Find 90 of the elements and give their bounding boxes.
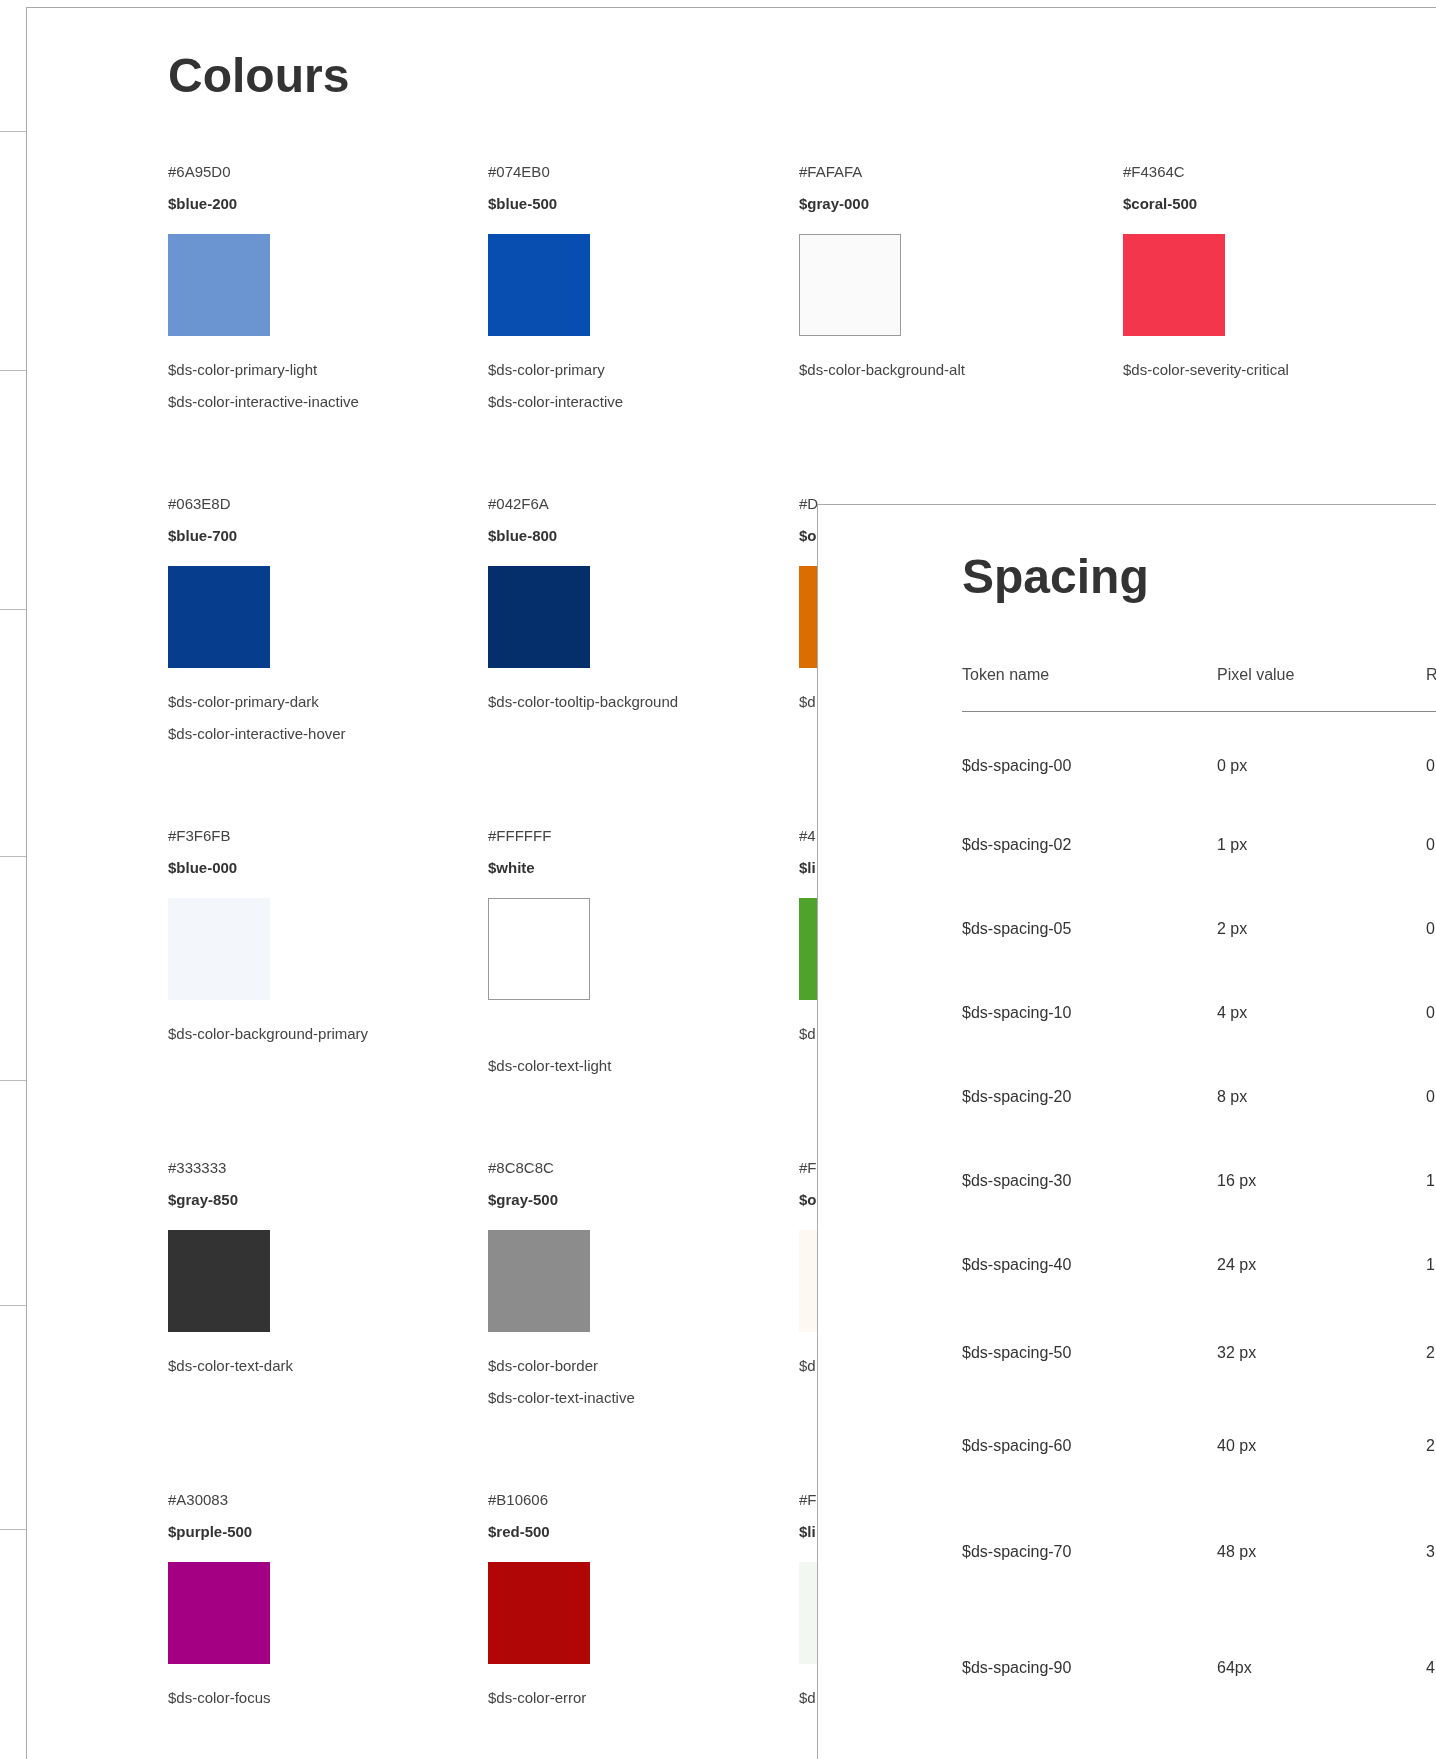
colour-name: $li [799,858,817,878]
table-cell-text: $ds-spacing-02 [962,835,1073,855]
token-name: $ds-color-error [488,1688,588,1708]
token-name: $ds-color-tooltip-background [488,692,680,712]
table-cell-text: $ds-spacing-70 [962,1542,1073,1562]
colour-name: $o [799,1190,818,1210]
colour-name: $blue-800 [488,526,559,546]
table-cell-text: 8 px [1217,1087,1249,1107]
hex-code: #B10606 [488,1490,550,1510]
token-name: $d [799,1688,817,1708]
table-cell: 0 [1426,1003,1436,1023]
hex-code: #F3F6FB [168,826,232,846]
table-cell-text: 24 px [1217,1255,1258,1275]
column-header: R [1426,665,1436,685]
page-title: Colours [168,48,351,104]
table-cell-text: $ds-spacing-30 [962,1171,1073,1191]
hex-code: #8C8C8C [488,1158,555,1178]
colour-name: $blue-700 [168,526,239,546]
hex-code: #F [799,1158,818,1178]
table-cell-text: 40 px [1217,1436,1258,1456]
table-cell: 2 [1426,1436,1436,1456]
table-cell: 0 [1426,919,1436,939]
table-cell: 0 [1426,756,1436,776]
table-cell-text: $ds-spacing-05 [962,919,1073,939]
table-cell: 2 [1426,1343,1436,1363]
table-cell-text: $ds-spacing-00 [962,756,1073,776]
colour-name: $gray-850 [168,1190,240,1210]
hex-code: #063E8D [168,494,232,514]
token-name: $ds-color-primary [488,360,606,380]
table-cell-text: 0 px [1217,756,1249,776]
table-cell: 0 [1426,1087,1436,1107]
table-cell-text: 32 px [1217,1343,1258,1363]
table-cell-text: $ds-spacing-90 [962,1658,1073,1678]
table-cell-text: 4 px [1217,1003,1249,1023]
table-cell-text: 64px [1217,1658,1253,1678]
hex-code: #FAFAFA [799,162,864,182]
hex-code: #F [799,1490,818,1510]
token-name: $ds-color-severity-critical [1123,360,1290,380]
token-name: $d [799,1356,817,1376]
colour-name: $blue-500 [488,194,559,214]
token-name: $ds-color-background-primary [168,1024,370,1044]
table-cell-text: $ds-spacing-60 [962,1436,1073,1456]
hex-code: #333333 [168,1158,228,1178]
token-name: $ds-color-primary-dark [168,692,320,712]
colour-name: $purple-500 [168,1522,254,1542]
hex-code: #FFFFFF [488,826,553,846]
token-name: $d [799,1024,817,1044]
table-cell-text: 1 px [1217,835,1249,855]
table-cell-text: $ds-spacing-40 [962,1255,1073,1275]
colour-name: $blue-200 [168,194,239,214]
hex-code: #074EB0 [488,162,551,182]
table-cell-text: 16 px [1217,1171,1258,1191]
token-name: $ds-color-background-alt [799,360,966,380]
token-name: $ds-color-text-light [488,1056,613,1076]
token-name: $ds-color-text-inactive [488,1388,636,1408]
hex-code: #D [799,494,820,514]
table-cell: 4 [1426,1658,1436,1678]
table-cell-text: $ds-spacing-50 [962,1343,1073,1363]
colour-name: $coral-500 [1123,194,1199,214]
colour-name: $gray-500 [488,1190,560,1210]
hex-code: #4 [799,826,817,846]
colour-name: $blue-000 [168,858,239,878]
colour-name: $white [488,858,536,878]
token-name: $d [799,692,817,712]
table-cell-text: $ds-spacing-20 [962,1087,1073,1107]
table-cell-text: $ds-spacing-10 [962,1003,1073,1023]
token-name: $ds-color-interactive [488,392,625,412]
token-name: $ds-color-interactive-inactive [168,392,360,412]
table-cell: 0 [1426,835,1436,855]
column-header: Pixel value [1217,665,1296,685]
hex-code: #042F6A [488,494,550,514]
token-name: $ds-color-focus [168,1688,272,1708]
colour-name: $o [799,526,818,546]
colour-name: $red-500 [488,1522,551,1542]
page-title: Spacing [962,549,1150,605]
table-cell: 1 [1426,1255,1436,1275]
table-cell: 1 [1426,1171,1436,1191]
column-header: Token name [962,665,1051,685]
hex-code: #A30083 [168,1490,230,1510]
token-name: $ds-color-interactive-hover [168,724,347,744]
hex-code: #6A95D0 [168,162,232,182]
token-name: $ds-color-text-dark [168,1356,295,1376]
token-name: $ds-color-border [488,1356,600,1376]
colour-name: $li [799,1522,817,1542]
hex-code: #F4364C [1123,162,1186,182]
table-cell-text: 2 px [1217,919,1249,939]
table-cell: 3 [1426,1542,1436,1562]
token-name: $ds-color-primary-light [168,360,319,380]
colour-name: $gray-000 [799,194,871,214]
table-cell-text: 48 px [1217,1542,1258,1562]
